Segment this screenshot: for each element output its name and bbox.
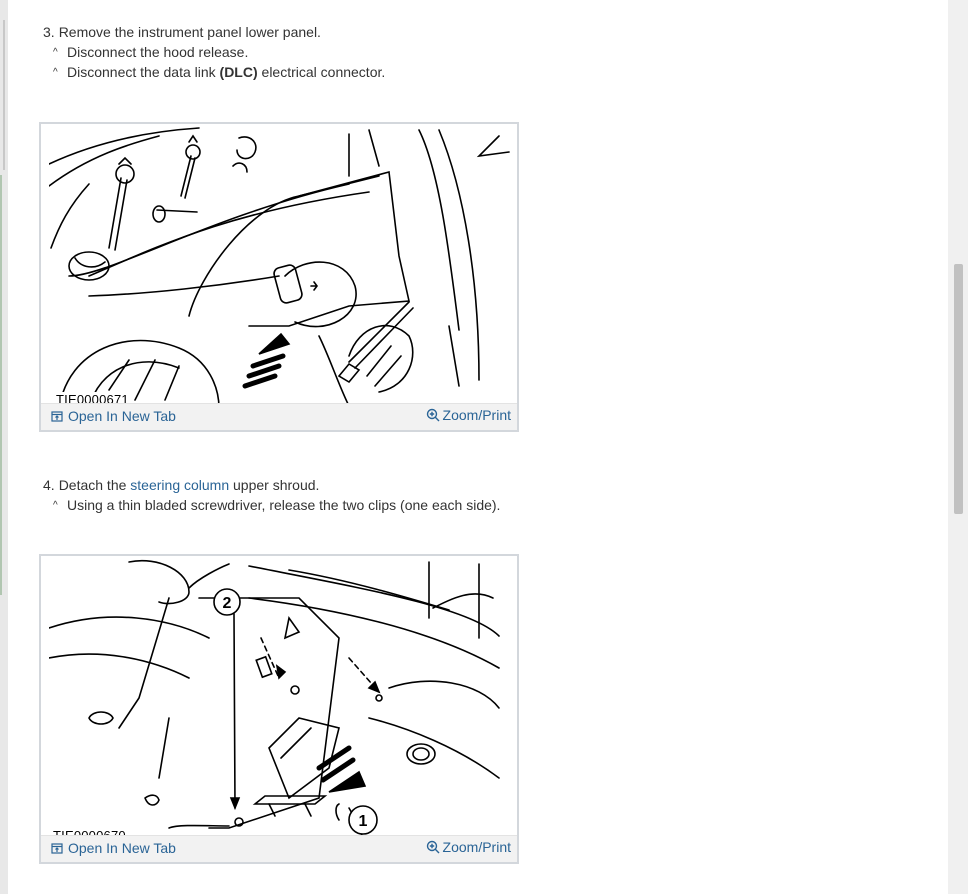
vertical-scrollbar[interactable] xyxy=(948,0,968,894)
step-text-before: Detach the xyxy=(58,477,131,493)
figure-toolbar: Open In New Tab Zoom/Print xyxy=(41,835,517,862)
open-in-new-tab-link[interactable]: Open In New Tab xyxy=(51,840,176,856)
open-new-tab-icon xyxy=(51,411,63,422)
open-in-new-tab-link[interactable]: Open In New Tab xyxy=(51,408,176,424)
caret-up-icon: ^ xyxy=(53,500,58,511)
bullet-text: Using a thin bladed screwdriver, release… xyxy=(67,497,501,513)
step-3: 3. Remove the instrument panel lower pane… xyxy=(43,22,321,42)
callout-1: 1 xyxy=(359,813,368,830)
step-3-bullet-1: ^ Disconnect the hood release. xyxy=(53,42,248,63)
figure-tie0000670: 2 1 TIE0000670 Open In New Tab Zoom/Prin… xyxy=(39,554,519,864)
step-text-after: upper shroud. xyxy=(229,477,320,493)
bullet-text-bold: (DLC) xyxy=(219,64,258,80)
figure-toolbar: Open In New Tab Zoom/Print xyxy=(41,403,517,430)
step-4: 4. Detach the steering column upper shrou… xyxy=(43,475,319,495)
zoom-print-link[interactable]: Zoom/Print xyxy=(426,407,511,423)
bullet-text-after: electrical connector. xyxy=(257,64,386,80)
left-margin xyxy=(0,0,8,894)
step-number: 4. xyxy=(43,477,55,493)
bullet-text-before: Disconnect the data link xyxy=(67,64,220,80)
left-margin-mark xyxy=(3,20,5,170)
callout-2: 2 xyxy=(223,595,232,612)
scrollbar-thumb[interactable] xyxy=(954,264,963,514)
zoom-icon xyxy=(426,408,440,422)
steering-column-link[interactable]: steering column xyxy=(130,477,229,493)
step-number: 3. xyxy=(43,24,55,40)
zoom-icon xyxy=(426,840,440,854)
caret-up-icon: ^ xyxy=(53,47,58,58)
instrument-panel-illustration xyxy=(49,126,511,408)
left-margin-mark-green xyxy=(0,175,2,595)
open-new-tab-icon xyxy=(51,843,63,854)
zoom-print-label: Zoom/Print xyxy=(442,839,511,855)
open-in-new-tab-label: Open In New Tab xyxy=(68,840,176,856)
step-4-bullet-1: ^ Using a thin bladed screwdriver, releas… xyxy=(53,495,500,516)
figure-tie0000671: TIE0000671 Open In New Tab Zoom/Print xyxy=(39,122,519,432)
steering-column-shroud-illustration: 2 1 xyxy=(49,558,511,840)
bullet-text: Disconnect the hood release. xyxy=(67,44,249,60)
zoom-print-label: Zoom/Print xyxy=(442,407,511,423)
caret-up-icon: ^ xyxy=(53,67,58,78)
step-3-bullet-2: ^ Disconnect the data link (DLC) electric… xyxy=(53,62,385,83)
document-page: 3. Remove the instrument panel lower pane… xyxy=(8,0,948,894)
open-in-new-tab-label: Open In New Tab xyxy=(68,408,176,424)
step-text: Remove the instrument panel lower panel. xyxy=(58,24,321,40)
zoom-print-link[interactable]: Zoom/Print xyxy=(426,839,511,855)
